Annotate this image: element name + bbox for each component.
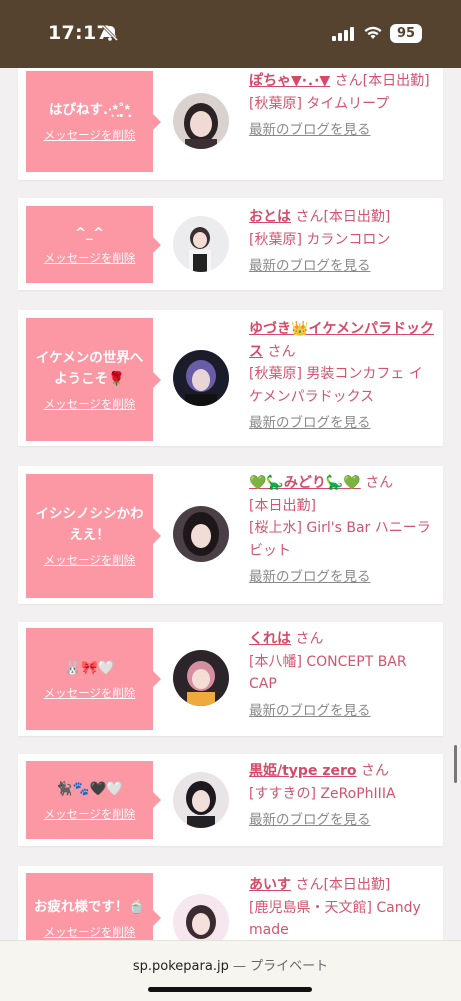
scrollbar-thumb[interactable] — [454, 745, 457, 783]
cast-info: ぽちゃ▼·．·▼ さん[本日出勤] [秋葉原] タイムリープ 最新のブログを見る — [249, 70, 435, 142]
attendance-badge: [本日出勤] — [362, 73, 430, 89]
message-text: お疲れ様です！🍵 — [33, 898, 146, 915]
message-bubble: イシシノシシかわええ！ メッセージを削除 — [26, 474, 161, 598]
latest-blog-link[interactable]: 最新のブログを見る — [249, 809, 435, 832]
avatar[interactable] — [173, 93, 229, 149]
cast-name-link[interactable]: 黒姫/type zero — [249, 763, 357, 779]
shop-name: [本八幡] CONCEPT BAR CAP — [249, 653, 407, 693]
home-indicator — [148, 987, 312, 992]
message-list: はぴねす.·͙*̩̩͙˚̩̥̩̥*̩̩̥͙ メッセージを削除 ぽちゃ▼·．·▼ … — [0, 68, 461, 940]
message-card: 🐈‍⬛🐾🖤🤍 メッセージを削除 黒姫/type zero さん [すすきの] Z… — [18, 754, 443, 846]
avatar[interactable] — [173, 650, 229, 706]
shop-name: [秋葉原] カランコロン — [249, 231, 391, 248]
avatar[interactable] — [173, 350, 229, 406]
message-text: ^_^ — [74, 225, 105, 241]
message-bubble: 🐈‍⬛🐾🖤🤍 メッセージを削除 — [26, 761, 161, 839]
message-text: 🐰🎀🤍 — [64, 659, 115, 676]
delete-message-link[interactable]: メッセージを削除 — [44, 685, 136, 701]
cast-info: 💚🦕みどり🦕💚 さん [本日出勤] [桜上水] Girl's Bar ハニーラビッ… — [249, 472, 435, 589]
honorific: さん — [334, 73, 363, 89]
message-card: お疲れ様です！🍵 メッセージを削除 あいす さん[本日出勤] [鹿児島県・天文館… — [18, 866, 443, 940]
cast-info: 黒姫/type zero さん [すすきの] ZeRoPhIIIA 最新のブログ… — [249, 760, 435, 832]
delete-message-link[interactable]: メッセージを削除 — [44, 396, 136, 412]
honorific: さん — [295, 877, 324, 893]
cast-info: おとは さん[本日出勤] [秋葉原] カランコロン 最新のブログを見る — [249, 206, 435, 278]
delete-message-link[interactable]: メッセージを削除 — [44, 806, 136, 822]
private-mode-label: プライベート — [250, 959, 329, 974]
message-bubble: はぴねす.·͙*̩̩͙˚̩̥̩̥*̩̩̥͙ メッセージを削除 — [26, 71, 161, 172]
browser-address-bar[interactable]: sp.pokepara.jp — プライベート — [0, 940, 461, 1001]
message-card: ^_^ メッセージを削除 おとは さん[本日出勤] [秋葉原] カランコロン 最… — [18, 198, 443, 290]
message-card: イシシノシシかわええ！ メッセージを削除 💚🦕みどり🦕💚 さん [本日出勤] [桜… — [18, 466, 443, 604]
avatar[interactable] — [173, 894, 229, 940]
cast-name-link[interactable]: ぽちゃ▼·．·▼ — [249, 73, 330, 89]
cast-name-link[interactable]: おとは — [249, 209, 291, 225]
avatar[interactable] — [173, 216, 229, 272]
battery-icon: 95 — [390, 24, 422, 43]
latest-blog-link[interactable]: 最新のブログを見る — [249, 119, 435, 142]
message-bubble: イケメンの世界へようこそ🌹 メッセージを削除 — [26, 318, 161, 441]
latest-blog-link[interactable]: 最新のブログを見る — [249, 412, 435, 435]
message-bubble: ^_^ メッセージを削除 — [26, 206, 161, 283]
attendance-badge: [本日出勤] — [249, 497, 316, 514]
message-text: はぴねす.·͙*̩̩͙˚̩̥̩̥*̩̩̥͙ — [49, 102, 130, 118]
delete-message-link[interactable]: メッセージを削除 — [44, 924, 136, 940]
latest-blog-link[interactable]: 最新のブログを見る — [249, 255, 435, 278]
message-card: 🐰🎀🤍 メッセージを削除 くれは さん [本八幡] CONCEPT BAR CA… — [18, 622, 443, 736]
separator: — — [228, 959, 251, 974]
message-text: イケメンの世界へようこそ🌹 — [35, 349, 144, 387]
message-text: 🐈‍⬛🐾🖤🤍 — [55, 780, 124, 797]
cast-info: ゆづき👑イケメンパラドックス さん [秋葉原] 男装コンカフェ イケメンパラドッ… — [249, 318, 435, 435]
domain-label: sp.pokepara.jp — [132, 959, 229, 974]
status-bar: 17:17 95 — [0, 0, 461, 68]
message-card: イケメンの世界へようこそ🌹 メッセージを削除 ゆづき👑イケメンパラドックス さん… — [18, 310, 443, 446]
message-card: はぴねす.·͙*̩̩͙˚̩̥̩̥*̩̩̥͙ メッセージを削除 ぽちゃ▼·．·▼ … — [18, 68, 443, 180]
cast-name-link[interactable]: 💚🦕みどり🦕💚 — [249, 475, 361, 491]
cast-info: あいす さん[本日出勤] [鹿児島県・天文館] Candy made — [249, 874, 435, 940]
shop-name: [鹿児島県・天文館] Candy made — [249, 899, 421, 939]
latest-blog-link[interactable]: 最新のブログを見る — [249, 700, 435, 723]
shop-name: [秋葉原] タイムリープ — [249, 95, 390, 112]
attendance-badge: [本日出勤] — [323, 877, 391, 893]
shop-name: [秋葉原] 男装コンカフェ イケメンパラドックス — [249, 366, 423, 405]
delete-message-link[interactable]: メッセージを削除 — [44, 250, 136, 266]
avatar[interactable] — [173, 772, 229, 828]
honorific: さん — [360, 763, 389, 779]
delete-message-link[interactable]: メッセージを削除 — [44, 552, 136, 568]
shop-name: [すすきの] ZeRoPhIIIA — [249, 785, 396, 802]
message-bubble: 🐰🎀🤍 メッセージを削除 — [26, 628, 161, 730]
shop-name: [桜上水] Girl's Bar ハニーラビット — [249, 520, 431, 559]
delete-message-link[interactable]: メッセージを削除 — [44, 127, 136, 143]
attendance-badge: [本日出勤] — [323, 209, 391, 225]
latest-blog-link[interactable]: 最新のブログを見る — [249, 566, 435, 589]
signal-icon — [332, 27, 354, 41]
avatar[interactable] — [173, 506, 229, 562]
honorific: さん — [267, 343, 296, 360]
honorific: さん — [295, 209, 324, 225]
cast-name-link[interactable]: あいす — [249, 877, 291, 893]
message-text: イシシノシシかわええ！ — [35, 506, 144, 543]
cast-info: くれは さん [本八幡] CONCEPT BAR CAP 最新のブログを見る — [249, 628, 435, 722]
message-bubble: お疲れ様です！🍵 メッセージを削除 — [26, 873, 161, 940]
honorific: さん — [365, 475, 394, 491]
cast-name-link[interactable]: くれは — [249, 631, 291, 647]
wifi-icon — [364, 25, 382, 45]
address-bar-text[interactable]: sp.pokepara.jp — プライベート — [0, 955, 461, 974]
honorific: さん — [295, 631, 324, 647]
bell-muted-icon — [101, 24, 119, 46]
